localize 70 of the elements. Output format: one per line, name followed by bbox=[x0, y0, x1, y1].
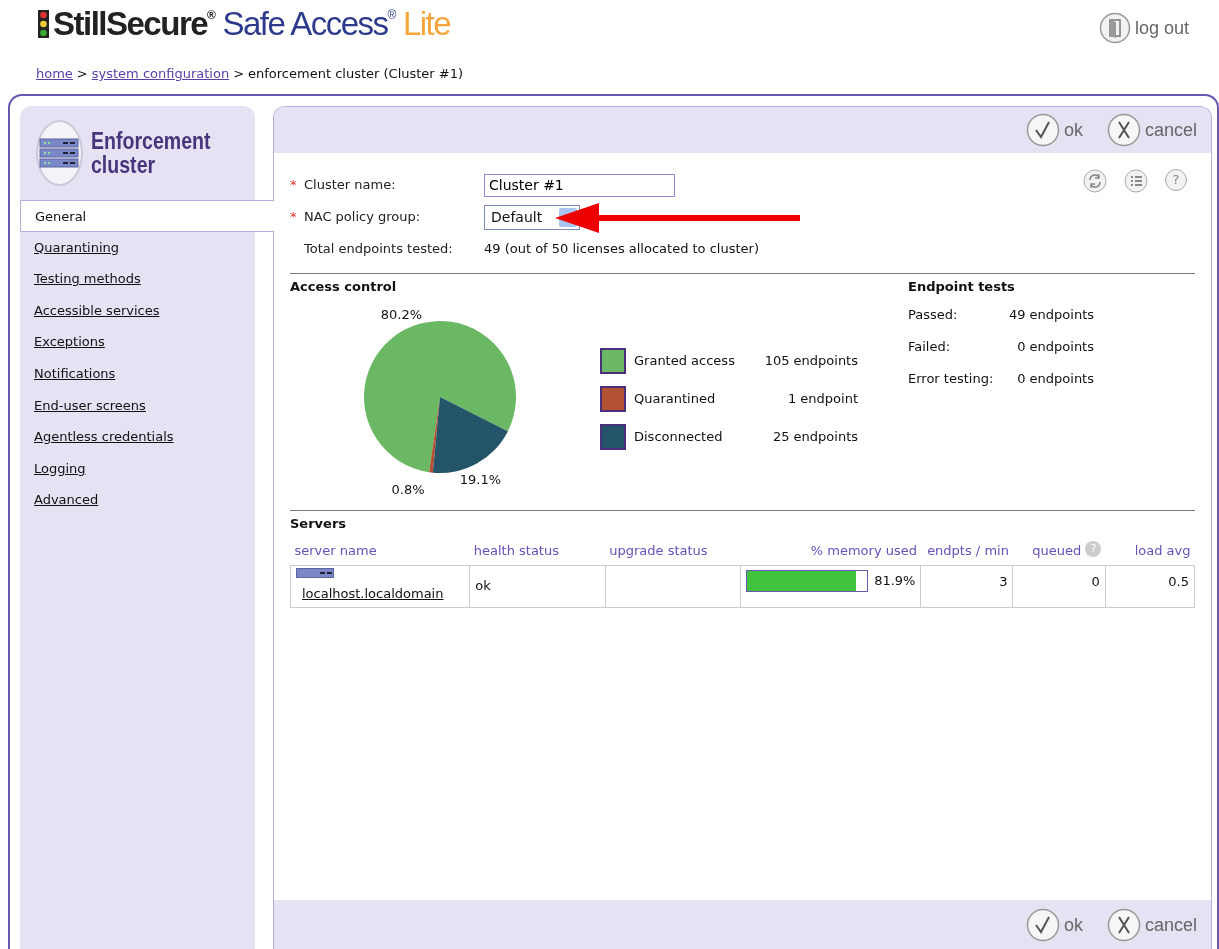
section-heading: Servers bbox=[290, 514, 348, 533]
test-value: 0 endpoints bbox=[1017, 369, 1094, 388]
test-label: Passed: bbox=[908, 305, 959, 324]
sidebar-item[interactable]: Testing methods bbox=[20, 263, 255, 295]
check-icon bbox=[1025, 113, 1060, 147]
table-cell: 3 bbox=[999, 573, 1008, 589]
server-icon bbox=[296, 567, 334, 578]
column-header: % memory used bbox=[740, 537, 921, 565]
breadcrumb-current: enforcement cluster (Cluster #1) bbox=[248, 65, 464, 83]
test-label: Failed: bbox=[908, 337, 952, 356]
section-heading: Endpoint tests bbox=[908, 278, 1016, 296]
sidebar-item[interactable]: Accessible services bbox=[20, 294, 255, 327]
table-cell: ok bbox=[475, 578, 491, 594]
input-field[interactable]: Cluster #1 bbox=[484, 173, 675, 197]
product-edition: Lite bbox=[402, 5, 451, 42]
test-value: 49 endpoints bbox=[1008, 305, 1094, 324]
product-name: Safe Access$^{®}$ bbox=[222, 5, 395, 42]
field-value: 49 (out of 50 licenses allocated to cluster) bbox=[484, 240, 759, 259]
required-mark: * bbox=[290, 176, 298, 195]
breadcrumb-separator: > bbox=[233, 65, 245, 83]
pie-value-label: 19.1% bbox=[459, 471, 502, 487]
legend-label: Granted access bbox=[634, 351, 736, 370]
check-icon bbox=[1025, 908, 1060, 942]
list-icon[interactable] bbox=[1123, 169, 1149, 193]
legend-label: Quarantined bbox=[634, 389, 717, 408]
sidebar-item[interactable]: Exceptions bbox=[20, 326, 255, 358]
ok-button[interactable]: ok bbox=[1025, 113, 1083, 147]
column-header: upgrade status bbox=[605, 537, 741, 565]
x-icon bbox=[1106, 113, 1141, 147]
required-mark: * bbox=[290, 208, 298, 227]
column-header: queued bbox=[1032, 543, 1082, 558]
door-icon bbox=[1098, 12, 1131, 44]
column-header: endpts / min bbox=[921, 537, 1013, 565]
ok-button[interactable]: ok bbox=[1025, 908, 1083, 942]
x-icon bbox=[1106, 908, 1141, 942]
test-value: 0 endpoints bbox=[1017, 337, 1094, 356]
table-cell: 0.5 bbox=[1168, 573, 1189, 589]
legend-count: 1 endpoint bbox=[787, 389, 858, 408]
field-label: Cluster name: bbox=[304, 176, 397, 195]
section-heading: Access control bbox=[290, 278, 398, 296]
pie-value-label: 0.8% bbox=[391, 481, 425, 497]
sidebar-item[interactable]: Advanced bbox=[20, 484, 255, 516]
legend-label: Disconnected bbox=[634, 427, 724, 446]
sidebar-item[interactable]: Quarantining bbox=[20, 231, 255, 264]
table-cell: 0 bbox=[1091, 573, 1100, 589]
sidebar-item[interactable]: Logging bbox=[20, 452, 255, 485]
section-title: Enforcement cluster bbox=[90, 129, 212, 177]
legend-count: 25 endpoints bbox=[772, 427, 858, 446]
breadcrumb-link[interactable]: home bbox=[36, 64, 73, 84]
brand-name: StillSecure$^{®}$ bbox=[53, 5, 215, 42]
test-label: Error testing: bbox=[908, 369, 995, 388]
logout-button[interactable]: log out bbox=[1098, 12, 1189, 44]
sidebar-item[interactable]: Agentless credentials bbox=[20, 421, 255, 453]
breadcrumb-separator: > bbox=[76, 65, 88, 83]
sidebar-item[interactable]: Notifications bbox=[20, 357, 255, 390]
table-cell-text: 81.9% bbox=[874, 571, 916, 590]
traffic-light-icon bbox=[38, 10, 49, 38]
column-header: health status bbox=[469, 537, 606, 565]
sidebar-item[interactable]: General bbox=[20, 200, 274, 232]
sidebar-item[interactable]: End-user screens bbox=[20, 389, 255, 422]
cancel-button[interactable]: cancel bbox=[1106, 908, 1197, 942]
refresh-icon[interactable] bbox=[1083, 169, 1107, 193]
column-header: load avg bbox=[1105, 537, 1195, 565]
legend-count: 105 endpoints bbox=[764, 351, 858, 370]
cancel-button[interactable]: cancel bbox=[1106, 113, 1197, 147]
field-label: Total endpoints tested: bbox=[304, 240, 454, 259]
breadcrumb-link[interactable]: system configuration bbox=[91, 64, 230, 84]
pie-value-label: 80.2% bbox=[380, 306, 423, 322]
column-header: server name bbox=[290, 537, 470, 565]
field-label: NAC policy group: bbox=[304, 208, 422, 227]
